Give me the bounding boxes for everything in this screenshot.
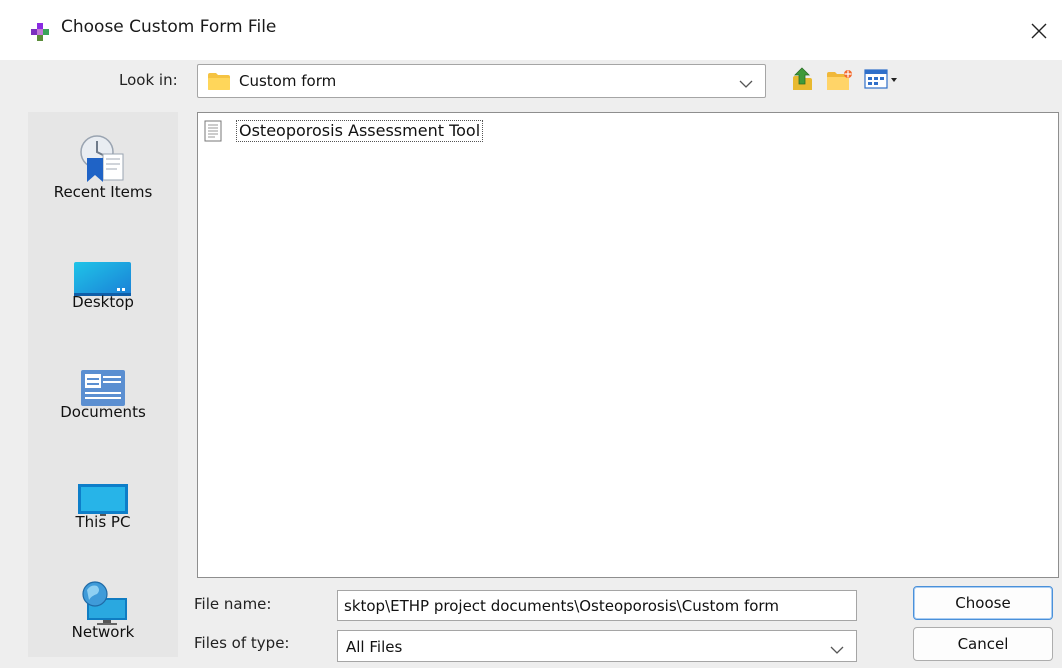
view-menu-button[interactable]	[864, 68, 900, 92]
chevron-down-icon	[739, 75, 753, 88]
sidebar-item-documents[interactable]: Documents	[28, 332, 178, 440]
files-of-type-value: All Files	[346, 638, 403, 656]
choose-custom-form-dialog: Choose Custom Form File Look in: Custom …	[0, 0, 1062, 668]
files-of-type-dropdown[interactable]: All Files	[337, 630, 857, 662]
this-pc-icon	[73, 458, 133, 518]
choose-button[interactable]: Choose	[913, 586, 1053, 620]
up-one-level-icon	[793, 67, 812, 90]
file-icon	[202, 120, 224, 142]
app-logo-icon	[29, 21, 51, 43]
recent-items-icon	[73, 128, 133, 186]
sidebar-item-label: Recent Items	[53, 183, 153, 201]
files-of-type-label: Files of type:	[194, 634, 290, 652]
close-icon	[1031, 23, 1047, 39]
up-one-level-button[interactable]	[790, 66, 814, 92]
network-icon	[73, 568, 133, 626]
list-item[interactable]: Osteoporosis Assessment Tool	[202, 119, 484, 143]
cancel-button[interactable]: Cancel	[913, 627, 1053, 661]
documents-icon	[73, 348, 133, 406]
file-list[interactable]: Osteoporosis Assessment Tool	[197, 112, 1059, 578]
look-in-label: Look in:	[119, 71, 178, 89]
view-menu-icon	[864, 69, 897, 89]
sidebar-item-label: This PC	[75, 513, 131, 531]
sidebar-item-label: Desktop	[72, 293, 134, 311]
file-name-label: File name:	[194, 595, 272, 613]
chevron-down-icon	[830, 641, 844, 654]
desktop-icon	[73, 238, 133, 296]
look-in-value: Custom form	[239, 72, 337, 90]
places-sidebar: Recent Items Desktop Documents This PC N…	[28, 112, 178, 657]
sidebar-item-recent-items[interactable]: Recent Items	[28, 112, 178, 220]
new-folder-icon	[827, 70, 852, 90]
title-bar: Choose Custom Form File	[0, 0, 1062, 60]
file-name-label: Osteoporosis Assessment Tool	[236, 120, 484, 142]
sidebar-item-desktop[interactable]: Desktop	[28, 222, 178, 330]
sidebar-item-label: Documents	[60, 403, 146, 421]
new-folder-button[interactable]	[825, 68, 853, 92]
close-button[interactable]	[1022, 14, 1056, 48]
file-name-input[interactable]	[337, 590, 857, 621]
sidebar-item-label: Network	[71, 623, 135, 641]
window-title: Choose Custom Form File	[61, 17, 277, 37]
look-in-dropdown[interactable]: Custom form	[197, 64, 766, 98]
sidebar-item-network[interactable]: Network	[28, 552, 178, 660]
sidebar-item-this-pc[interactable]: This PC	[28, 442, 178, 550]
folder-icon	[207, 72, 231, 91]
